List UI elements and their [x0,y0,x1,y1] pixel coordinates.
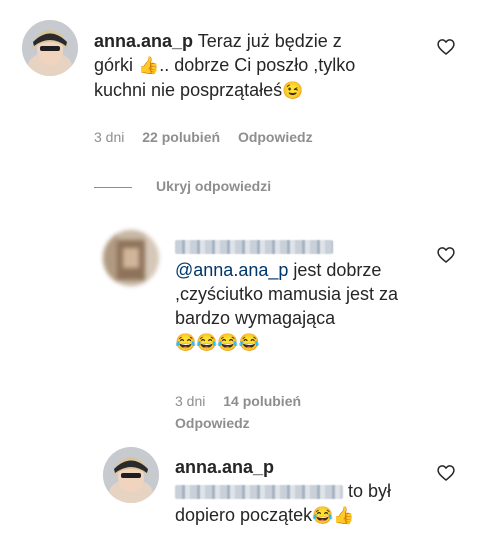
comment-time[interactable]: 3 dni [94,129,124,145]
reply-button[interactable]: Odpowiedz [238,129,313,145]
comment-meta: 3 dni 22 polubień Odpowiedz [94,129,327,145]
heart-outline-icon[interactable] [436,245,456,265]
reply-text: anna.ana_p to był dopiero początek😂👍 [175,455,435,528]
avatar[interactable] [22,20,78,76]
mention-link[interactable]: @anna.ana_p [175,260,288,280]
comment-text: anna.ana_p Teraz już będzie z górki 👍.. … [94,29,384,103]
thumbs-up-emoji: 👍 [138,56,160,75]
blurred-mention [175,485,343,500]
reply-meta: 3 dni 14 polubień [175,393,315,409]
comment-username[interactable]: anna.ana_p [94,31,193,51]
heart-outline-icon[interactable] [436,463,456,483]
comment-body-2: .. dobrze Ci poszło ,tylko kuchni nie po… [94,55,356,100]
reply-username[interactable]: anna.ana_p [175,457,274,477]
reply-meta-2: Odpowiedz [175,415,250,431]
wink-emoji: 😉 [282,81,304,100]
reply-time[interactable]: 3 dni [175,393,205,409]
reply-button[interactable]: Odpowiedz [175,415,250,431]
laughing-thumbs-emojis: 😂👍 [312,506,355,525]
laughing-emojis: 😂😂😂😂 [175,333,260,352]
reply-text: @anna.ana_p jest dobrze ,czyściutko mamu… [175,234,415,355]
avatar[interactable] [103,230,159,286]
avatar[interactable] [103,447,159,503]
blurred-username [175,240,333,255]
heart-outline-icon[interactable] [436,37,456,57]
likes-count[interactable]: 22 polubień [142,129,220,145]
likes-count[interactable]: 14 polubień [223,393,301,409]
replies-divider [94,187,132,188]
hide-replies-button[interactable]: Ukryj odpowiedzi [156,178,271,194]
